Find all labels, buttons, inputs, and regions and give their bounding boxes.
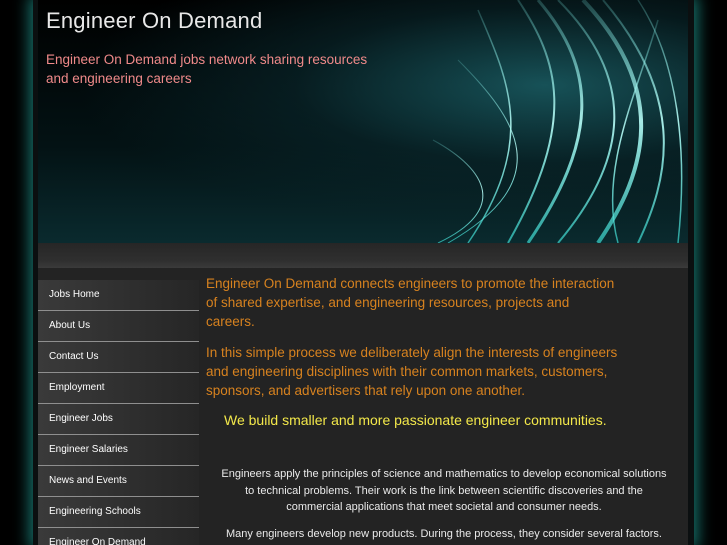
intro-paragraph-2: In this simple process we deliberately a… (206, 345, 618, 398)
intro-paragraph-1: Engineer On Demand connects engineers to… (206, 276, 615, 329)
sidebar-item-news-and-events[interactable]: News and Events (38, 466, 199, 497)
sidebar-item-about-us[interactable]: About Us (38, 311, 199, 342)
body-paragraph-2: Many engineers develop new products. Dur… (226, 527, 662, 545)
sidebar-item-employment[interactable]: Employment (38, 373, 199, 404)
sidebar-item-engineering-schools[interactable]: Engineering Schools (38, 497, 199, 528)
header-divider-band (38, 243, 688, 268)
site-title: Engineer On Demand (46, 8, 263, 33)
body-paragraph-1: Engineers apply the principles of scienc… (221, 468, 667, 513)
sidebar-item-engineer-salaries[interactable]: Engineer Salaries (38, 435, 199, 466)
page-container: Engineer On Demand Engineer On Demand jo… (38, 0, 688, 545)
sidebar-item-engineer-jobs[interactable]: Engineer Jobs (38, 404, 199, 435)
site-tagline: Engineer On Demand jobs network sharing … (46, 52, 368, 86)
sidebar-item-engineer-on-demand[interactable]: Engineer On Demand (38, 528, 199, 545)
sidebar-item-contact-us[interactable]: Contact Us (38, 342, 199, 373)
header-banner: Engineer On Demand Engineer On Demand jo… (38, 0, 688, 243)
highlight-statement: We build smaller and more passionate eng… (224, 412, 607, 428)
sidebar-item-jobs-home[interactable]: Jobs Home (38, 280, 199, 311)
sidebar-nav: Jobs Home About Us Contact Us Employment… (38, 280, 199, 545)
main-content: Engineer On Demand connects engineers to… (206, 274, 676, 545)
abstract-light-swirl (432, 0, 683, 243)
